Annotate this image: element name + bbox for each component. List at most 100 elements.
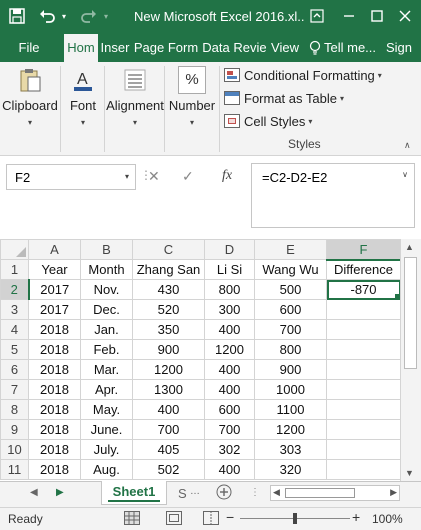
close-icon[interactable] — [394, 5, 416, 27]
cell[interactable]: 320 — [254, 459, 327, 480]
formula-input[interactable]: =C2-D2-E2 ∨ — [251, 163, 415, 228]
cell[interactable]: 900 — [132, 339, 205, 360]
cell[interactable]: 1000 — [254, 379, 327, 400]
normal-view-icon[interactable] — [124, 511, 140, 528]
scroll-thumb[interactable] — [404, 257, 417, 369]
cell[interactable]: July. — [80, 439, 133, 460]
cancel-icon[interactable]: ✕ — [148, 168, 160, 185]
cell[interactable]: 2018 — [28, 339, 81, 360]
zoom-slider-thumb[interactable] — [293, 513, 297, 524]
cell[interactable]: 2018 — [28, 359, 81, 380]
row-header[interactable]: 4 — [0, 319, 29, 340]
prev-sheet-icon[interactable]: ◀ — [30, 487, 38, 498]
tab-review[interactable]: Revie — [233, 34, 267, 62]
sheet-tab-sheet1[interactable]: Sheet1 — [101, 481, 167, 505]
cell[interactable]: 1100 — [254, 399, 327, 420]
row-header[interactable]: 1 — [0, 259, 29, 280]
cell[interactable]: 303 — [254, 439, 327, 460]
column-header[interactable]: E — [254, 239, 327, 260]
cell[interactable]: 2018 — [28, 419, 81, 440]
cell[interactable]: Wang Wu — [254, 259, 327, 280]
font-group[interactable]: A Font ▾ — [62, 62, 104, 156]
cell[interactable]: May. — [80, 399, 133, 420]
row-header[interactable]: 11 — [0, 459, 29, 480]
tab-home[interactable]: Hom — [64, 34, 98, 63]
page-layout-view-icon[interactable] — [166, 511, 182, 528]
cell[interactable]: 2018 — [28, 399, 81, 420]
cell[interactable]: Feb. — [80, 339, 133, 360]
vertical-scrollbar[interactable]: ▲ ▼ — [400, 239, 421, 481]
cell[interactable]: Li Si — [204, 259, 255, 280]
scroll-right-icon[interactable]: ▶ — [390, 487, 397, 498]
row-header[interactable]: 5 — [0, 339, 29, 360]
name-box[interactable]: F2 ▾ — [6, 164, 136, 190]
cell[interactable]: 700 — [254, 319, 327, 340]
cell[interactable]: 900 — [254, 359, 327, 380]
cell[interactable]: Dec. — [80, 299, 133, 320]
cell[interactable]: Year — [28, 259, 81, 280]
cell[interactable]: 500 — [254, 279, 327, 300]
cell[interactable]: Aug. — [80, 459, 133, 480]
tab-file[interactable]: File — [6, 34, 52, 62]
column-header[interactable]: D — [204, 239, 255, 260]
scroll-thumb[interactable] — [285, 488, 355, 498]
cell[interactable]: 302 — [204, 439, 255, 460]
cell[interactable] — [326, 419, 401, 440]
tab-insert[interactable]: Inser — [99, 34, 131, 62]
ribbon-display-icon[interactable] — [306, 5, 328, 27]
row-header[interactable]: 7 — [0, 379, 29, 400]
cell[interactable] — [326, 399, 401, 420]
save-icon[interactable] — [6, 5, 28, 27]
conditional-formatting-button[interactable]: Conditional Formatting ▾ — [224, 65, 382, 85]
zoom-level[interactable]: 100% — [372, 512, 403, 526]
page-break-view-icon[interactable] — [203, 511, 219, 528]
row-header[interactable]: 6 — [0, 359, 29, 380]
cell-styles-button[interactable]: Cell Styles ▾ — [224, 111, 312, 131]
cell[interactable]: Mar. — [80, 359, 133, 380]
cell[interactable]: 2018 — [28, 379, 81, 400]
column-header-selected[interactable]: F — [326, 239, 401, 261]
minimize-icon[interactable] — [338, 5, 360, 27]
alignment-group[interactable]: Alignment ▾ — [106, 62, 164, 156]
cell[interactable]: 1200 — [254, 419, 327, 440]
maximize-icon[interactable] — [366, 5, 388, 27]
cell[interactable]: 700 — [204, 419, 255, 440]
expand-formula-icon[interactable]: ∨ — [402, 170, 408, 179]
scroll-up-icon[interactable]: ▲ — [405, 242, 414, 252]
zoom-in-icon[interactable]: + — [352, 509, 360, 525]
cell[interactable] — [326, 379, 401, 400]
cell[interactable]: 2018 — [28, 319, 81, 340]
cell[interactable]: 2017 — [28, 279, 81, 300]
number-group[interactable]: % Number ▾ — [166, 62, 218, 156]
cell[interactable]: Nov. — [80, 279, 133, 300]
cell[interactable]: 405 — [132, 439, 205, 460]
cell[interactable]: 400 — [204, 359, 255, 380]
clipboard-group[interactable]: Clipboard ▾ — [0, 62, 60, 156]
cell[interactable]: 2018 — [28, 439, 81, 460]
cell[interactable] — [326, 319, 401, 340]
cell[interactable]: 1300 — [132, 379, 205, 400]
selected-cell[interactable]: -870 — [326, 279, 401, 300]
cell[interactable]: 700 — [132, 419, 205, 440]
cell[interactable]: 600 — [254, 299, 327, 320]
add-sheet-icon[interactable] — [216, 484, 232, 503]
cell[interactable]: June. — [80, 419, 133, 440]
scroll-down-icon[interactable]: ▼ — [405, 468, 414, 478]
horizontal-scrollbar[interactable]: ◀ ▶ — [270, 485, 400, 501]
cell[interactable]: 600 — [204, 399, 255, 420]
tab-view[interactable]: View — [268, 34, 302, 62]
redo-icon[interactable] — [78, 5, 100, 27]
cell[interactable]: 800 — [204, 279, 255, 300]
row-header[interactable]: 2 — [0, 279, 30, 300]
undo-icon[interactable] — [36, 5, 58, 27]
column-header[interactable]: A — [28, 239, 81, 260]
cell[interactable]: 1200 — [204, 339, 255, 360]
sign-in-link[interactable]: Sign — [386, 34, 421, 62]
insert-function-icon[interactable]: fx — [222, 168, 232, 184]
cell[interactable]: 300 — [204, 299, 255, 320]
tab-formulas[interactable]: Form — [167, 34, 199, 62]
cell[interactable]: Apr. — [80, 379, 133, 400]
cell[interactable] — [326, 459, 401, 480]
cell[interactable]: 1200 — [132, 359, 205, 380]
column-header[interactable]: C — [132, 239, 205, 260]
